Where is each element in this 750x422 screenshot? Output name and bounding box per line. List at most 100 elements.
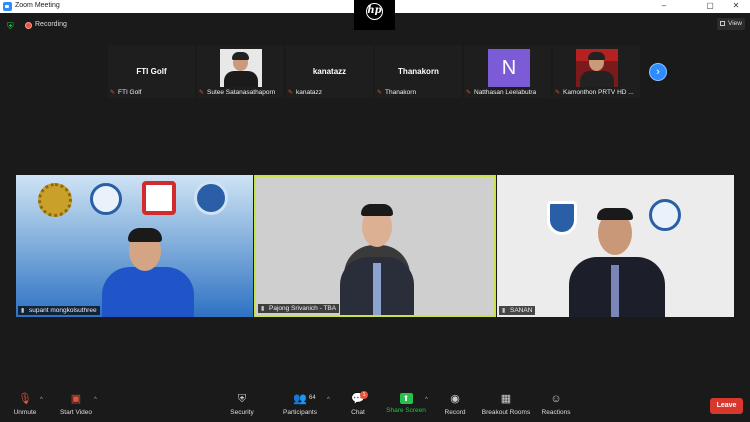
thumb-name: Kamonthon PRTV HD ...	[563, 89, 634, 96]
meeting-topbar: ⛨ Recording	[0, 13, 750, 33]
shield-logo	[547, 201, 577, 235]
thumb-footer: ✎ Thanakorn	[377, 89, 460, 96]
mic-muted-icon: ✎	[288, 90, 294, 96]
record-button[interactable]: ◉ Record	[440, 388, 470, 416]
chevron-up-icon[interactable]: ^	[94, 397, 97, 403]
person-tie	[611, 265, 619, 317]
zoom-app-icon	[3, 2, 12, 11]
chevron-up-icon[interactable]: ^	[425, 397, 428, 403]
participant-photo	[576, 49, 618, 87]
person-hair	[361, 204, 393, 216]
thumb-name: kanatazz	[296, 89, 323, 96]
person-body	[102, 267, 194, 317]
thumb-footer: ✎ Sutee Satanasathaporn	[199, 89, 282, 96]
record-icon: ◉	[450, 393, 460, 405]
breakout-rooms-icon: ▦	[500, 393, 512, 405]
video-tile-active-speaker[interactable]: ▮ Pajong Srivanich - TBA	[254, 175, 496, 317]
participant-name-tag: ▮ supant mongkolsuthree	[18, 306, 100, 315]
chevron-up-icon[interactable]: ^	[327, 397, 330, 403]
mic-icon: ▮	[502, 308, 506, 314]
thumb-name: Natthasan Leelabutra	[474, 89, 537, 96]
view-button[interactable]: View	[717, 18, 745, 30]
thumb-name: Sutee Satanasathaporn	[207, 89, 276, 96]
breakout-rooms-label: Breakout Rooms	[481, 409, 531, 416]
gear-emblem-logo	[38, 183, 72, 217]
participants-button[interactable]: 👥 Participants	[280, 388, 320, 416]
unmute-button[interactable]: 🎙 Unmute	[8, 388, 42, 416]
participant-name-tag: ▮ SANAN	[499, 306, 536, 315]
shield-icon[interactable]: ⛨	[7, 21, 16, 31]
person-hair	[128, 228, 162, 242]
video-tile[interactable]: ▮ supant mongkolsuthree	[16, 175, 253, 317]
participant-thumb[interactable]: kanatazz ✎ kanatazz	[286, 45, 373, 98]
view-label: View	[728, 20, 742, 27]
participant-thumb[interactable]: N ✎ Natthasan Leelabutra	[464, 45, 551, 98]
recording-dot-icon	[25, 22, 32, 29]
start-video-button[interactable]: ▣ Start Video	[54, 388, 98, 416]
start-video-label: Start Video	[59, 409, 93, 416]
thumb-footer: ✎ kanatazz	[288, 89, 371, 96]
thumb-center-name: Thanakorn	[398, 67, 439, 76]
person-hair	[597, 208, 633, 220]
tile-name: SANAN	[510, 307, 533, 314]
unmute-label: Unmute	[13, 409, 37, 416]
video-off-icon: ▣	[70, 393, 82, 405]
participant-photo	[220, 49, 262, 87]
seal-logo	[90, 183, 122, 215]
thumb-center-name: kanatazz	[312, 67, 347, 76]
chat-button[interactable]: 💬 Chat	[344, 388, 372, 416]
next-page-button[interactable]: ›	[649, 63, 667, 81]
participant-thumb[interactable]: ✎ Kamonthon PRTV HD ...	[553, 45, 640, 98]
close-button[interactable]: ✕	[724, 0, 748, 13]
record-label: Record	[444, 409, 466, 416]
participant-thumb[interactable]: ✎ Sutee Satanasathaporn	[197, 45, 284, 98]
mic-muted-icon: ✎	[377, 90, 383, 96]
share-screen-button[interactable]: ⬆ Share Screen	[384, 388, 428, 414]
mic-muted-icon: ✎	[110, 90, 116, 96]
reactions-button[interactable]: ☺ Reactions	[540, 388, 572, 416]
mic-muted-icon: 🎙	[18, 393, 32, 405]
participant-name-tag: ▮ Pajong Srivanich - TBA	[258, 304, 340, 313]
security-label: Security	[230, 409, 254, 416]
seal-logo	[649, 199, 681, 231]
mic-icon: ▮	[21, 308, 25, 314]
thumb-center-name: FTI Golf	[136, 67, 167, 76]
mic-muted-icon: ✎	[199, 90, 205, 96]
share-screen-icon: ⬆	[399, 393, 413, 404]
participant-thumb[interactable]: Thanakorn ✎ Thanakorn	[375, 45, 462, 98]
shield-icon: ⛨	[237, 393, 247, 405]
participants-label: Participants	[283, 409, 317, 416]
security-button[interactable]: ⛨ Security	[226, 388, 258, 416]
maximize-button[interactable]: ▢	[698, 0, 722, 13]
minimize-button[interactable]: –	[652, 0, 676, 13]
participants-count: 64	[309, 395, 316, 401]
thumb-name: Thanakorn	[385, 89, 417, 96]
mic-muted-icon: ✎	[555, 90, 561, 96]
building-logo	[194, 181, 228, 215]
thumb-footer: ✎ Kamonthon PRTV HD ...	[555, 89, 638, 96]
mic-muted-icon: ✎	[466, 90, 472, 96]
mic-icon: ▮	[261, 306, 265, 312]
leave-button[interactable]: Leave	[710, 398, 743, 414]
person-tie	[373, 263, 381, 315]
recording-label: Recording	[35, 21, 67, 28]
chat-badge: 1	[360, 391, 368, 399]
tile-name: supant mongkolsuthree	[29, 307, 97, 314]
thumb-footer: ✎ Natthasan Leelabutra	[466, 89, 549, 96]
thumb-name: FTI Golf	[118, 89, 142, 96]
chat-label: Chat	[351, 409, 365, 416]
tile-name: Pajong Srivanich - TBA	[269, 305, 337, 312]
participant-avatar: N	[488, 49, 530, 87]
thumb-footer: ✎ FTI Golf	[110, 89, 193, 96]
chevron-up-icon[interactable]: ^	[40, 397, 43, 403]
reactions-icon: ☺	[550, 393, 562, 405]
video-tile[interactable]: ▮ SANAN	[497, 175, 734, 317]
share-screen-label: Share Screen	[386, 407, 426, 414]
breakout-rooms-button[interactable]: ▦ Breakout Rooms	[480, 388, 532, 416]
meeting-toolbar: 🎙 Unmute ^ ▣ Start Video ^ ⛨ Security 👥 …	[0, 388, 750, 422]
participant-thumb[interactable]: FTI Golf ✎ FTI Golf	[108, 45, 195, 98]
triangle-logo	[142, 181, 176, 215]
window-title: Zoom Meeting	[15, 2, 60, 9]
reactions-label: Reactions	[541, 409, 571, 416]
grid-icon	[720, 21, 725, 26]
